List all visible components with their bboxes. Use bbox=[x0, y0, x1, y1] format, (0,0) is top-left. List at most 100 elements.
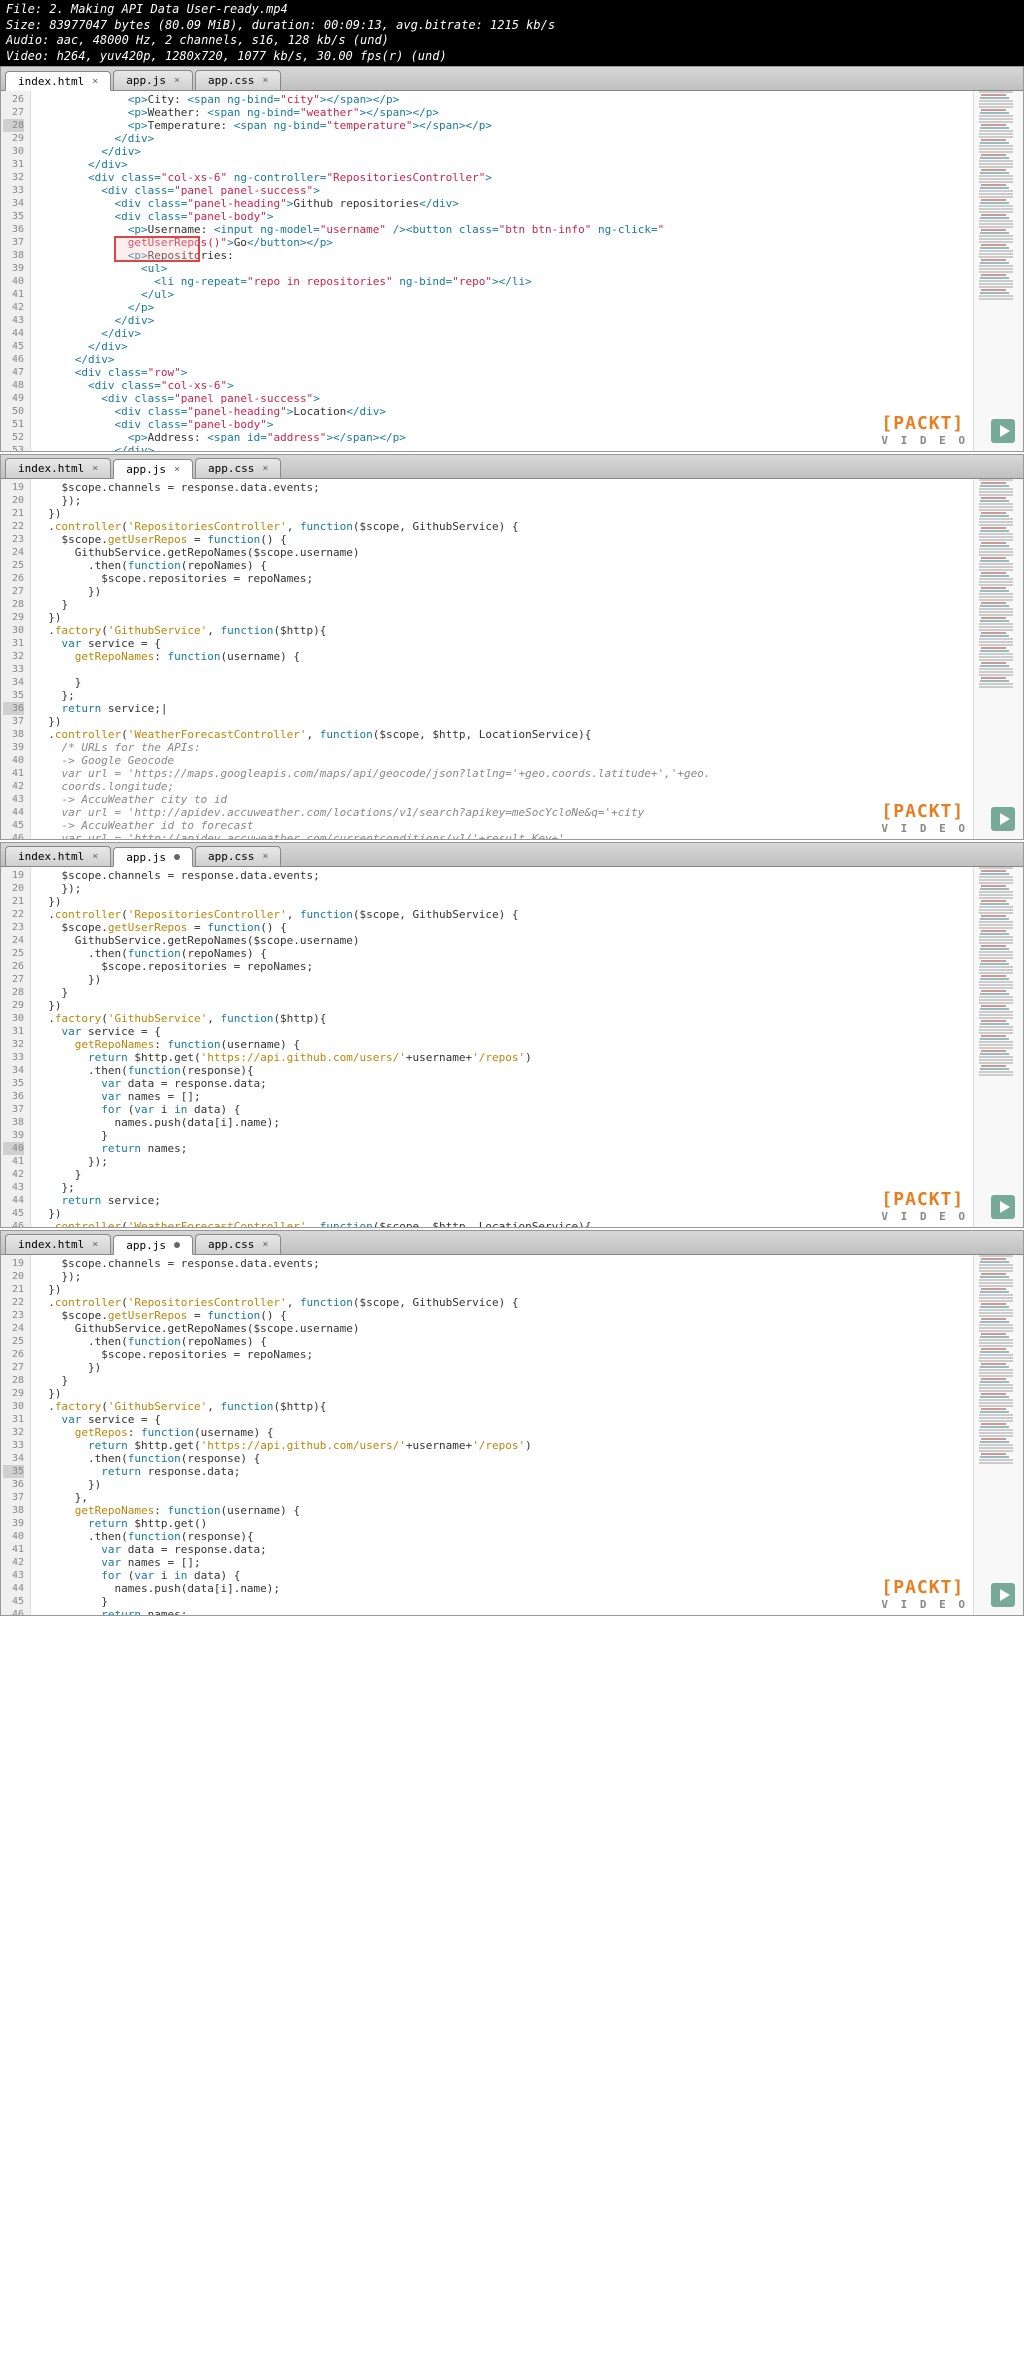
close-icon[interactable]: × bbox=[174, 464, 180, 475]
tab-bar: index.html×app.jsapp.css× bbox=[1, 1231, 1023, 1255]
line-number: 43 bbox=[3, 1181, 24, 1194]
line-number: 35 bbox=[3, 1077, 24, 1090]
close-icon[interactable]: × bbox=[262, 463, 268, 474]
code-line: <div class="panel panel-success"> bbox=[35, 184, 969, 197]
line-number: 33 bbox=[3, 1051, 24, 1064]
code-line: return response.data; bbox=[35, 1465, 969, 1478]
code-line: coords.longitude; bbox=[35, 780, 969, 793]
code-content[interactable]: $scope.channels = response.data.events; … bbox=[31, 867, 973, 1227]
code-line: </ul> bbox=[35, 288, 969, 301]
close-icon[interactable]: × bbox=[92, 76, 98, 87]
line-number: 27 bbox=[3, 106, 24, 119]
minimap[interactable] bbox=[973, 1255, 1023, 1615]
close-icon[interactable]: × bbox=[262, 75, 268, 86]
code-line: .then(function(repoNames) { bbox=[35, 947, 969, 960]
close-icon[interactable]: × bbox=[92, 463, 98, 474]
line-number: 20 bbox=[3, 1270, 24, 1283]
line-number: 42 bbox=[3, 780, 24, 793]
line-number: 20 bbox=[3, 494, 24, 507]
line-number: 42 bbox=[3, 1556, 24, 1569]
tab-app-css[interactable]: app.css × bbox=[195, 70, 281, 90]
line-number: 29 bbox=[3, 611, 24, 624]
code-line: var names = []; bbox=[35, 1556, 969, 1569]
tab-app-js[interactable]: app.js× bbox=[113, 459, 193, 479]
editor-pane: index.html×app.jsapp.css×192021222324252… bbox=[0, 1230, 1024, 1616]
code-line: for (var i in data) { bbox=[35, 1103, 969, 1116]
code-line: .factory('GithubService', function($http… bbox=[35, 624, 969, 637]
line-number: 24 bbox=[3, 934, 24, 947]
code-area[interactable]: 2627282930313233343536373839404142434445… bbox=[1, 91, 1023, 451]
tab-index-html[interactable]: index.html× bbox=[5, 458, 111, 478]
code-line: return $http.get('https://api.github.com… bbox=[35, 1051, 969, 1064]
editor-pane: index.html×app.js×app.css×26272829303132… bbox=[0, 66, 1024, 452]
tab-label: index.html bbox=[18, 75, 84, 88]
code-content[interactable]: <p>City: <span ng-bind="city"></span></p… bbox=[31, 91, 973, 451]
close-icon[interactable]: × bbox=[174, 75, 180, 86]
watermark-sub: V I D E O bbox=[881, 1210, 968, 1223]
tab-index-html[interactable]: index.html× bbox=[5, 1234, 111, 1254]
line-number: 45 bbox=[3, 1595, 24, 1608]
line-number: 19 bbox=[3, 1257, 24, 1270]
line-number: 39 bbox=[3, 262, 24, 275]
tab-app-js[interactable]: app.js bbox=[113, 1235, 193, 1255]
code-line: getRepoNames: function(username) { bbox=[35, 650, 969, 663]
watermark: [PACKT]V I D E O bbox=[881, 1577, 968, 1611]
tab-app-js[interactable]: app.js bbox=[113, 847, 193, 867]
code-line: var service = { bbox=[35, 1025, 969, 1038]
line-number: 36 bbox=[3, 1478, 24, 1491]
close-icon[interactable]: × bbox=[92, 1239, 98, 1250]
line-number: 45 bbox=[3, 340, 24, 353]
code-line: -> AccuWeather id to forecast bbox=[35, 819, 969, 832]
tab-app-css[interactable]: app.css × bbox=[195, 458, 281, 478]
line-number: 21 bbox=[3, 507, 24, 520]
line-number: 23 bbox=[3, 1309, 24, 1322]
code-content[interactable]: $scope.channels = response.data.events; … bbox=[31, 479, 973, 839]
line-number: 25 bbox=[3, 947, 24, 960]
code-line: <div class="col-xs-6"> bbox=[35, 379, 969, 392]
code-line: $scope.getUserRepos = function() { bbox=[35, 533, 969, 546]
tab-app-css[interactable]: app.css× bbox=[195, 846, 281, 866]
minimap[interactable] bbox=[973, 867, 1023, 1227]
code-area[interactable]: 1920212223242526272829303132333435363738… bbox=[1, 479, 1023, 839]
code-area[interactable]: 1920212223242526272829303132333435363738… bbox=[1, 1255, 1023, 1615]
line-number: 27 bbox=[3, 585, 24, 598]
line-number: 32 bbox=[3, 1038, 24, 1051]
close-icon[interactable]: × bbox=[92, 851, 98, 862]
tab-bar: index.html×app.jsapp.css× bbox=[1, 843, 1023, 867]
close-icon[interactable]: × bbox=[262, 1239, 268, 1250]
tab-bar: index.html×app.js× app.css × bbox=[1, 455, 1023, 479]
tab-index-html[interactable]: index.html × bbox=[5, 71, 111, 91]
code-line: .then(function(repoNames) { bbox=[35, 1335, 969, 1348]
code-line: <p>Repositories: bbox=[35, 249, 969, 262]
line-number: 41 bbox=[3, 1543, 24, 1556]
tab-app-js[interactable]: app.js× bbox=[113, 70, 193, 90]
line-number: 31 bbox=[3, 1025, 24, 1038]
code-line: for (var i in data) { bbox=[35, 1569, 969, 1582]
tab-label: app.css bbox=[208, 462, 254, 475]
code-line: $scope.repositories = repoNames; bbox=[35, 1348, 969, 1361]
code-line: }) bbox=[35, 585, 969, 598]
minimap[interactable] bbox=[973, 91, 1023, 451]
tab-app-css[interactable]: app.css× bbox=[195, 1234, 281, 1254]
code-line: }, bbox=[35, 1491, 969, 1504]
tab-index-html[interactable]: index.html× bbox=[5, 846, 111, 866]
code-content[interactable]: $scope.channels = response.data.events; … bbox=[31, 1255, 973, 1615]
line-number: 32 bbox=[3, 1426, 24, 1439]
code-line: } bbox=[35, 986, 969, 999]
code-line: }; bbox=[35, 1181, 969, 1194]
code-line: .controller('RepositoriesController', fu… bbox=[35, 908, 969, 921]
close-icon[interactable]: × bbox=[262, 851, 268, 862]
tab-label: app.css bbox=[208, 74, 254, 87]
watermark-sub: V I D E O bbox=[881, 1598, 968, 1611]
code-area[interactable]: 1920212223242526272829303132333435363738… bbox=[1, 867, 1023, 1227]
line-number: 19 bbox=[3, 869, 24, 882]
code-line: -> AccuWeather city to id bbox=[35, 793, 969, 806]
line-gutter: 1920212223242526272829303132333435363738… bbox=[1, 479, 31, 839]
line-number: 49 bbox=[3, 392, 24, 405]
line-number: 28 bbox=[3, 986, 24, 999]
code-line: $scope.getUserRepos = function() { bbox=[35, 1309, 969, 1322]
code-line: </div> bbox=[35, 158, 969, 171]
line-number: 26 bbox=[3, 93, 24, 106]
minimap[interactable] bbox=[973, 479, 1023, 839]
code-line: }) bbox=[35, 1387, 969, 1400]
